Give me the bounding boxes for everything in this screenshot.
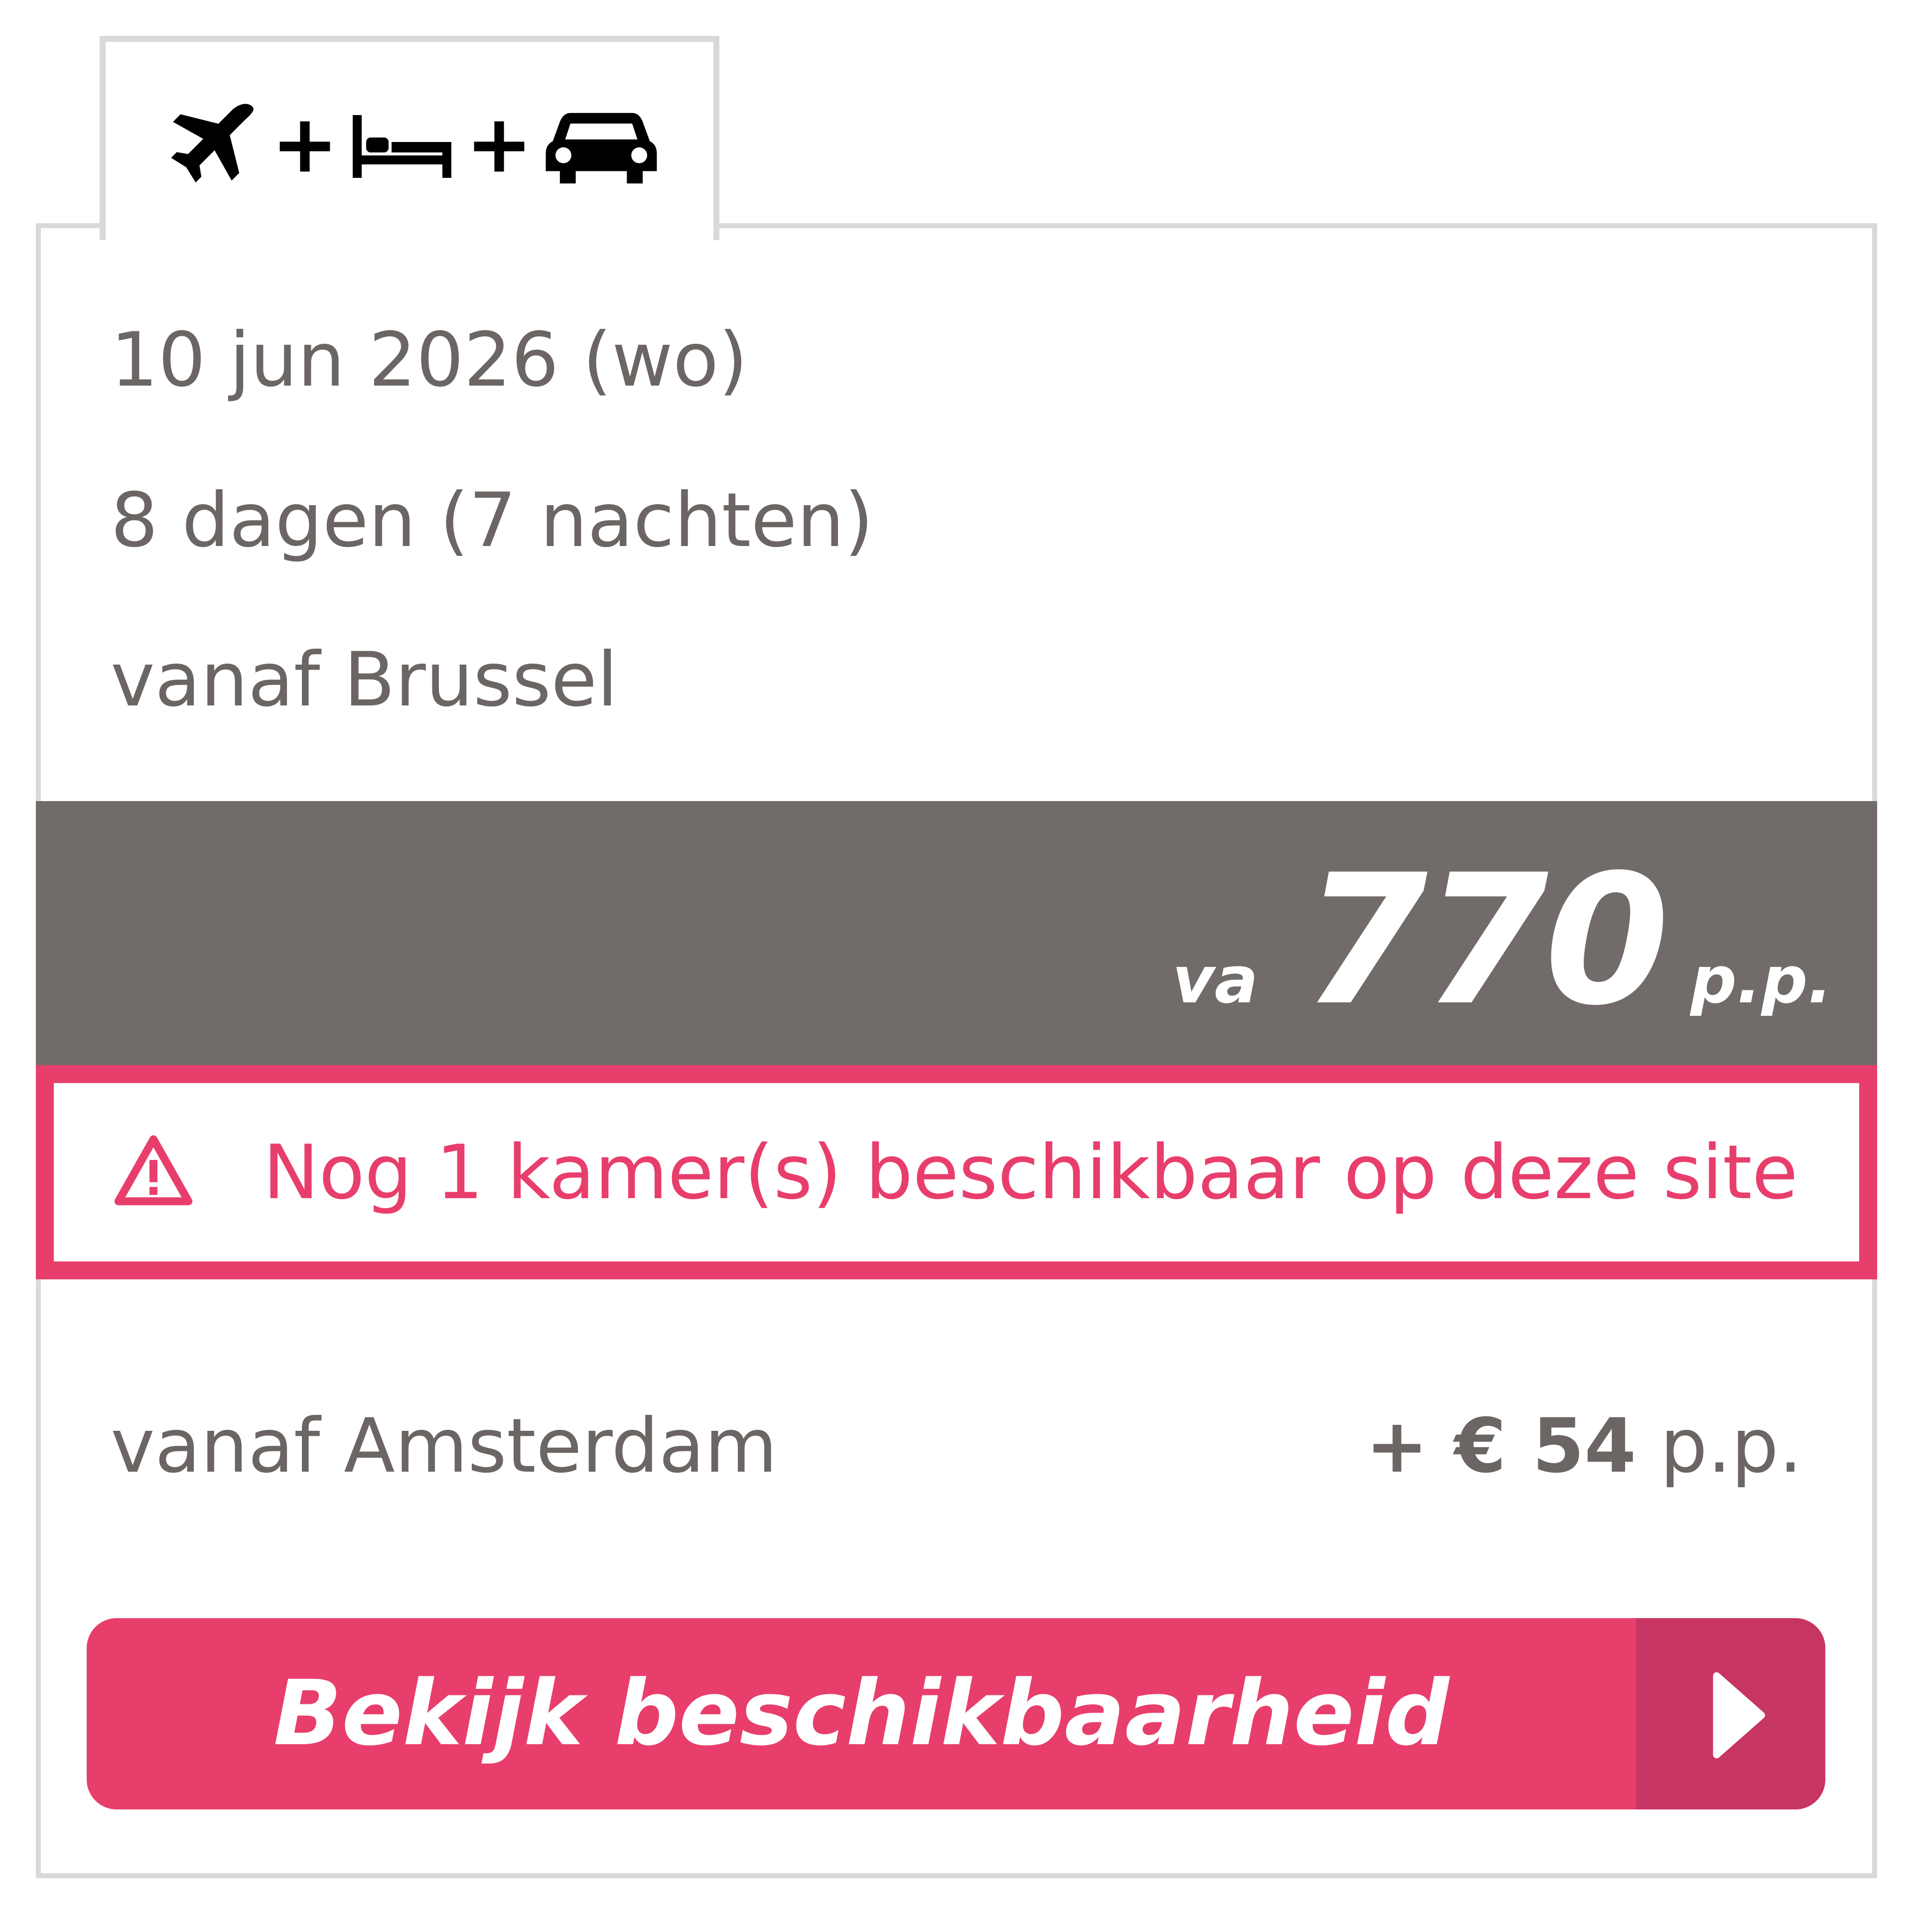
plus-icon [279, 121, 330, 172]
price-suffix: p.p. [1690, 942, 1832, 1018]
price-amount: 770 [1303, 836, 1669, 1045]
alert-text: Nog 1 kamer(s) beschikbaar op deze site [263, 1129, 1798, 1216]
alternative-suffix: p.p. [1660, 1403, 1802, 1490]
availability-alert: Nog 1 kamer(s) beschikbaar op deze site [36, 1065, 1877, 1279]
price-bar: va 770 p.p. [36, 801, 1877, 1065]
chevron-right-icon [1713, 1672, 1765, 1759]
package-icons [165, 99, 659, 194]
price: va 770 p.p. [1172, 851, 1832, 1030]
alternative-surcharge: + € 54 [1366, 1403, 1637, 1490]
price-prefix: va [1172, 942, 1258, 1018]
alternative-price: + € 54 p.p. [1366, 1409, 1802, 1484]
package-type-tab[interactable] [100, 36, 719, 240]
trip-duration: 8 dagen (7 nachten) [111, 477, 874, 564]
view-availability-label: Bekijk beschikbaarheid [273, 1661, 1450, 1766]
car-icon [546, 113, 657, 184]
trip-date: 10 jun 2026 (wo) [111, 317, 748, 404]
plus-icon [474, 121, 525, 172]
cta-arrow [1636, 1618, 1825, 1809]
warning-icon [114, 1135, 193, 1206]
view-availability-button[interactable]: Bekijk beschikbaarheid [87, 1618, 1825, 1809]
plane-icon [171, 104, 254, 183]
trip-departure: vanaf Brussel [111, 637, 618, 723]
bed-icon [353, 115, 451, 178]
alternative-label: vanaf Amsterdam [111, 1403, 778, 1490]
offer-card: 10 jun 2026 (wo) 8 dagen (7 nachten) van… [36, 223, 1877, 1878]
